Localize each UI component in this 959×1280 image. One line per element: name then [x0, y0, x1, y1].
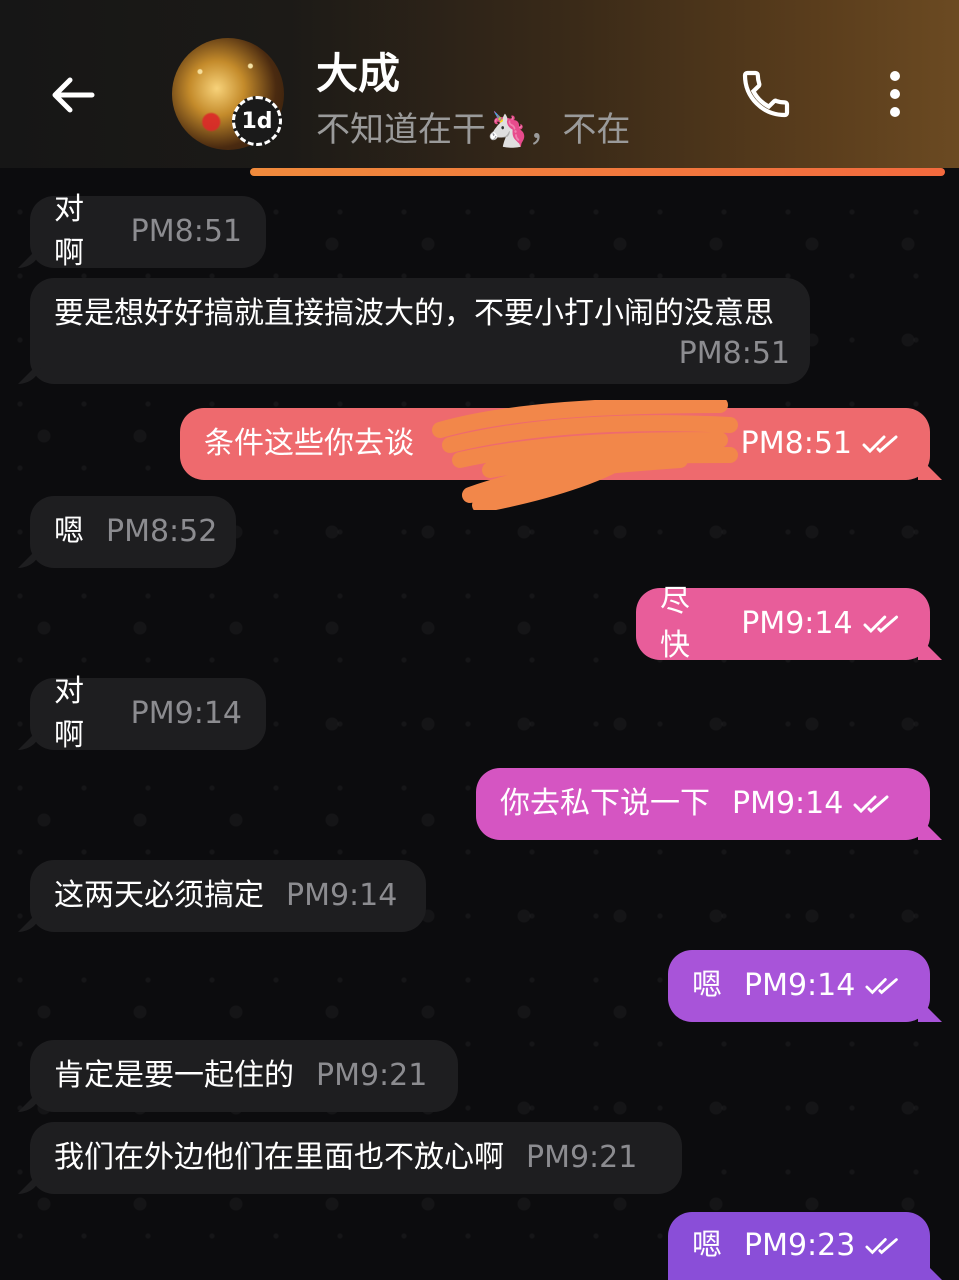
message-time: PM9:21 — [316, 1058, 428, 1093]
double-check-icon — [853, 795, 889, 814]
more-vertical-icon[interactable] — [878, 68, 912, 120]
message-time: PM8:52 — [106, 514, 218, 549]
message-time: PM9:21 — [526, 1140, 638, 1175]
message-time: PM9:14 — [744, 968, 856, 1003]
message-bubble-incoming[interactable]: 对啊 PM9:14 — [30, 674, 266, 753]
message-text: 我们在外边他们在里面也不放心啊 — [54, 1140, 504, 1175]
message-text: 嗯 — [692, 1228, 722, 1263]
message-bubble-outgoing[interactable]: 你去私下说一下 PM9:14 — [476, 768, 930, 840]
message-text: 这两天必须搞定 — [54, 878, 264, 913]
message-bubble-incoming[interactable]: 对啊 PM8:51 — [30, 192, 266, 271]
message-bubble-incoming[interactable]: 肯定是要一起住的 PM9:21 — [30, 1040, 458, 1112]
double-check-icon — [862, 435, 898, 454]
double-check-icon — [863, 615, 898, 634]
message-text: 嗯 — [692, 968, 722, 1003]
header-accent-line — [250, 168, 945, 176]
message-time: PM9:14 — [130, 696, 242, 731]
message-time: PM8:51 — [130, 214, 242, 249]
message-time: PM8:51 — [678, 336, 790, 371]
message-text: 尽快 — [660, 584, 690, 663]
message-time: PM9:14 — [732, 786, 844, 821]
message-bubble-incoming[interactable]: 这两天必须搞定 PM9:14 — [30, 860, 426, 932]
message-text: 对啊 — [54, 674, 84, 753]
double-check-icon — [865, 1238, 899, 1255]
message-bubble-incoming[interactable]: 我们在外边他们在里面也不放心啊 PM9:21 — [30, 1122, 682, 1194]
message-text: 你去私下说一下 — [500, 786, 710, 821]
phone-icon[interactable] — [738, 66, 794, 122]
message-text: 对啊 — [54, 192, 84, 271]
message-time: PM8:51 — [740, 426, 852, 461]
message-bubble-outgoing[interactable]: 尽快 PM9:14 — [636, 584, 930, 663]
message-bubble-outgoing[interactable]: 嗯 PM9:23 — [668, 1212, 930, 1280]
message-time: PM9:14 — [286, 878, 398, 913]
message-text: 要是想好好搞就直接搞波大的，不要小打小闹的没意思 — [54, 296, 774, 331]
contact-status: 不知道在干🦄，不在 — [316, 110, 631, 150]
story-badge[interactable]: 1d — [232, 96, 282, 146]
message-time: PM9:23 — [744, 1228, 856, 1263]
contact-name[interactable]: 大成 — [316, 40, 400, 101]
message-bubble-incoming[interactable]: 嗯 PM8:52 — [30, 496, 236, 568]
message-text: 条件这些你去谈 — [204, 426, 414, 461]
message-bubble-incoming[interactable]: 要是想好好搞就直接搞波大的，不要小打小闹的没意思 PM8:51 — [30, 278, 810, 384]
back-arrow-icon[interactable] — [48, 70, 98, 120]
message-text: 嗯 — [54, 514, 84, 549]
message-time: PM9:14 — [741, 606, 853, 641]
message-bubble-outgoing[interactable]: 嗯 PM9:14 — [668, 950, 930, 1022]
message-text: 肯定是要一起住的 — [54, 1058, 294, 1093]
double-check-icon — [865, 978, 899, 995]
message-bubble-outgoing[interactable]: 条件这些你去谈 PM8:51 — [180, 408, 930, 480]
